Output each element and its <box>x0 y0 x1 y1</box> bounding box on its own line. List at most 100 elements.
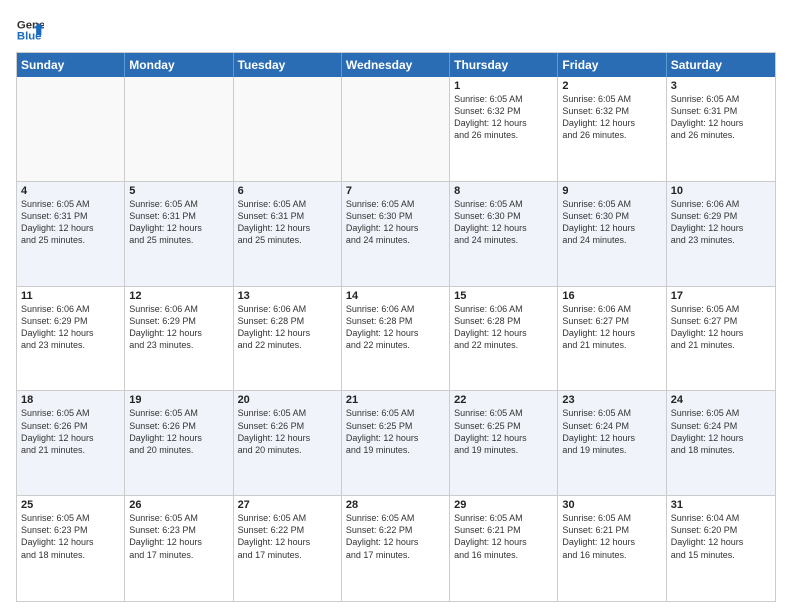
day-cell-2: 2Sunrise: 6:05 AMSunset: 6:32 PMDaylight… <box>558 77 666 181</box>
cell-line-1: Sunset: 6:31 PM <box>129 210 228 222</box>
logo-icon: General Blue <box>16 16 44 44</box>
cell-line-3: and 15 minutes. <box>671 549 771 561</box>
day-number: 7 <box>346 185 445 197</box>
day-number: 23 <box>562 394 661 406</box>
cell-line-0: Sunrise: 6:05 AM <box>454 198 553 210</box>
day-number: 13 <box>238 290 337 302</box>
cell-line-1: Sunset: 6:24 PM <box>671 420 771 432</box>
cell-line-2: Daylight: 12 hours <box>454 432 553 444</box>
day-cell-6: 6Sunrise: 6:05 AMSunset: 6:31 PMDaylight… <box>234 182 342 286</box>
day-cell-9: 9Sunrise: 6:05 AMSunset: 6:30 PMDaylight… <box>558 182 666 286</box>
cell-line-1: Sunset: 6:30 PM <box>346 210 445 222</box>
day-cell-15: 15Sunrise: 6:06 AMSunset: 6:28 PMDayligh… <box>450 287 558 391</box>
calendar-week-4: 25Sunrise: 6:05 AMSunset: 6:23 PMDayligh… <box>17 496 775 601</box>
day-cell-25: 25Sunrise: 6:05 AMSunset: 6:23 PMDayligh… <box>17 496 125 601</box>
cell-line-3: and 24 minutes. <box>346 234 445 246</box>
cell-line-2: Daylight: 12 hours <box>129 536 228 548</box>
cell-line-1: Sunset: 6:21 PM <box>562 524 661 536</box>
cell-line-2: Daylight: 12 hours <box>238 327 337 339</box>
day-number: 12 <box>129 290 228 302</box>
day-number: 6 <box>238 185 337 197</box>
cell-line-1: Sunset: 6:28 PM <box>238 315 337 327</box>
day-cell-23: 23Sunrise: 6:05 AMSunset: 6:24 PMDayligh… <box>558 391 666 495</box>
calendar-week-3: 18Sunrise: 6:05 AMSunset: 6:26 PMDayligh… <box>17 391 775 496</box>
day-number: 31 <box>671 499 771 511</box>
calendar-week-1: 4Sunrise: 6:05 AMSunset: 6:31 PMDaylight… <box>17 182 775 287</box>
cell-line-0: Sunrise: 6:05 AM <box>21 198 120 210</box>
cell-line-0: Sunrise: 6:05 AM <box>21 512 120 524</box>
day-cell-17: 17Sunrise: 6:05 AMSunset: 6:27 PMDayligh… <box>667 287 775 391</box>
cell-line-2: Daylight: 12 hours <box>454 536 553 548</box>
cell-line-3: and 19 minutes. <box>346 444 445 456</box>
cell-line-3: and 25 minutes. <box>238 234 337 246</box>
cell-line-2: Daylight: 12 hours <box>238 432 337 444</box>
cell-line-2: Daylight: 12 hours <box>562 432 661 444</box>
day-number: 1 <box>454 80 553 92</box>
empty-cell <box>234 77 342 181</box>
cell-line-3: and 23 minutes. <box>21 339 120 351</box>
cell-line-1: Sunset: 6:27 PM <box>562 315 661 327</box>
cell-line-0: Sunrise: 6:05 AM <box>346 407 445 419</box>
logo: General Blue <box>16 16 44 44</box>
cell-line-3: and 22 minutes. <box>346 339 445 351</box>
day-number: 18 <box>21 394 120 406</box>
cell-line-2: Daylight: 12 hours <box>671 222 771 234</box>
cell-line-2: Daylight: 12 hours <box>129 432 228 444</box>
cell-line-0: Sunrise: 6:05 AM <box>562 512 661 524</box>
cell-line-0: Sunrise: 6:05 AM <box>129 198 228 210</box>
day-cell-16: 16Sunrise: 6:06 AMSunset: 6:27 PMDayligh… <box>558 287 666 391</box>
cell-line-0: Sunrise: 6:05 AM <box>238 198 337 210</box>
cell-line-1: Sunset: 6:28 PM <box>454 315 553 327</box>
day-cell-4: 4Sunrise: 6:05 AMSunset: 6:31 PMDaylight… <box>17 182 125 286</box>
cell-line-2: Daylight: 12 hours <box>238 222 337 234</box>
cell-line-3: and 20 minutes. <box>129 444 228 456</box>
day-number: 21 <box>346 394 445 406</box>
cell-line-0: Sunrise: 6:05 AM <box>562 407 661 419</box>
calendar-week-2: 11Sunrise: 6:06 AMSunset: 6:29 PMDayligh… <box>17 287 775 392</box>
cell-line-3: and 26 minutes. <box>671 129 771 141</box>
cell-line-1: Sunset: 6:22 PM <box>346 524 445 536</box>
cell-line-1: Sunset: 6:29 PM <box>21 315 120 327</box>
cell-line-0: Sunrise: 6:05 AM <box>562 198 661 210</box>
cell-line-0: Sunrise: 6:05 AM <box>454 407 553 419</box>
day-number: 25 <box>21 499 120 511</box>
cell-line-1: Sunset: 6:28 PM <box>346 315 445 327</box>
day-number: 8 <box>454 185 553 197</box>
day-cell-28: 28Sunrise: 6:05 AMSunset: 6:22 PMDayligh… <box>342 496 450 601</box>
cell-line-2: Daylight: 12 hours <box>562 327 661 339</box>
cell-line-0: Sunrise: 6:05 AM <box>238 512 337 524</box>
cell-line-0: Sunrise: 6:06 AM <box>671 198 771 210</box>
day-cell-21: 21Sunrise: 6:05 AMSunset: 6:25 PMDayligh… <box>342 391 450 495</box>
cell-line-1: Sunset: 6:23 PM <box>129 524 228 536</box>
cell-line-2: Daylight: 12 hours <box>21 536 120 548</box>
cell-line-1: Sunset: 6:26 PM <box>238 420 337 432</box>
cell-line-1: Sunset: 6:31 PM <box>238 210 337 222</box>
cell-line-3: and 25 minutes. <box>21 234 120 246</box>
cell-line-1: Sunset: 6:22 PM <box>238 524 337 536</box>
weekday-header-tuesday: Tuesday <box>234 53 342 77</box>
day-cell-24: 24Sunrise: 6:05 AMSunset: 6:24 PMDayligh… <box>667 391 775 495</box>
day-cell-18: 18Sunrise: 6:05 AMSunset: 6:26 PMDayligh… <box>17 391 125 495</box>
cell-line-0: Sunrise: 6:05 AM <box>129 407 228 419</box>
day-number: 24 <box>671 394 771 406</box>
cell-line-1: Sunset: 6:20 PM <box>671 524 771 536</box>
day-number: 27 <box>238 499 337 511</box>
cell-line-0: Sunrise: 6:05 AM <box>454 512 553 524</box>
cell-line-1: Sunset: 6:23 PM <box>21 524 120 536</box>
day-cell-7: 7Sunrise: 6:05 AMSunset: 6:30 PMDaylight… <box>342 182 450 286</box>
day-cell-19: 19Sunrise: 6:05 AMSunset: 6:26 PMDayligh… <box>125 391 233 495</box>
day-cell-14: 14Sunrise: 6:06 AMSunset: 6:28 PMDayligh… <box>342 287 450 391</box>
cell-line-3: and 25 minutes. <box>129 234 228 246</box>
cell-line-1: Sunset: 6:26 PM <box>21 420 120 432</box>
cell-line-2: Daylight: 12 hours <box>562 222 661 234</box>
day-number: 17 <box>671 290 771 302</box>
day-cell-5: 5Sunrise: 6:05 AMSunset: 6:31 PMDaylight… <box>125 182 233 286</box>
cell-line-3: and 19 minutes. <box>562 444 661 456</box>
day-cell-30: 30Sunrise: 6:05 AMSunset: 6:21 PMDayligh… <box>558 496 666 601</box>
cell-line-3: and 17 minutes. <box>238 549 337 561</box>
cell-line-2: Daylight: 12 hours <box>21 327 120 339</box>
day-number: 14 <box>346 290 445 302</box>
day-number: 29 <box>454 499 553 511</box>
day-cell-8: 8Sunrise: 6:05 AMSunset: 6:30 PMDaylight… <box>450 182 558 286</box>
cell-line-2: Daylight: 12 hours <box>671 117 771 129</box>
